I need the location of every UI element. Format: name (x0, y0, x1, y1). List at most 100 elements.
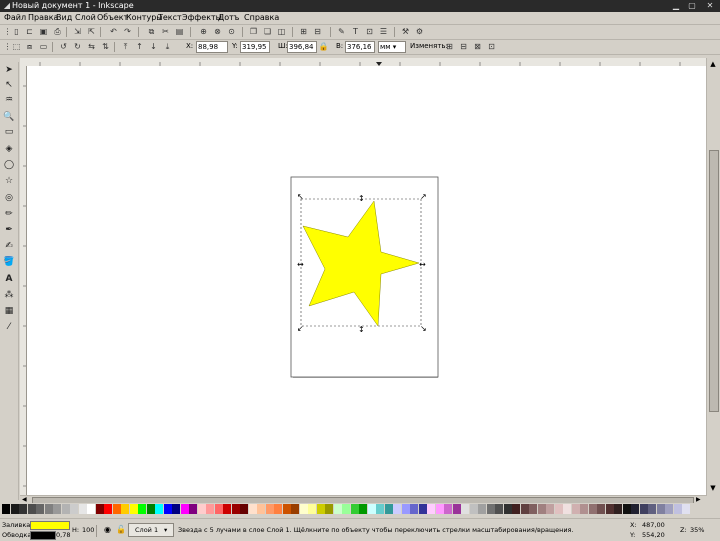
palette-swatch[interactable] (486, 504, 495, 514)
palette-swatch[interactable] (189, 504, 197, 514)
pencil-tool-icon[interactable]: ✏ (3, 208, 15, 220)
scroll-down-icon[interactable]: ▼ (709, 484, 717, 492)
scale-corners-icon[interactable]: ⊟ (458, 41, 469, 52)
group-icon[interactable]: ⊞ (298, 26, 309, 37)
vertical-scroll-thumb[interactable] (709, 150, 719, 412)
minimize-icon[interactable]: ▁ (670, 1, 682, 11)
redo-icon[interactable]: ↷ (122, 26, 133, 37)
palette-swatch[interactable] (257, 504, 265, 514)
palette-swatch[interactable] (537, 504, 546, 514)
3d-box-tool-icon[interactable]: ◈ (3, 143, 15, 155)
scroll-up-icon[interactable]: ▲ (709, 60, 717, 68)
handle-bottom-icon[interactable]: ↕ (358, 325, 365, 334)
vertical-scrollbar[interactable]: ▲ ▼ (706, 58, 719, 496)
menu-object[interactable]: Объект (97, 13, 128, 22)
import-icon[interactable]: ⇲ (72, 26, 83, 37)
paste-icon[interactable]: ▤ (174, 26, 185, 37)
palette-swatch[interactable] (580, 504, 588, 514)
palette-swatch[interactable] (27, 504, 36, 514)
menu-help[interactable]: Справка (244, 13, 279, 22)
palette-swatch[interactable] (78, 504, 87, 514)
close-icon[interactable]: ✕ (704, 1, 716, 11)
palette-swatch[interactable] (546, 504, 554, 514)
palette-swatch[interactable] (44, 504, 53, 514)
palette-swatch[interactable] (274, 504, 282, 514)
layer-lock-icon[interactable]: 🔓 (116, 525, 126, 534)
menu-layer[interactable]: Слой (75, 13, 96, 22)
zoom-selection-icon[interactable]: ⊕ (198, 26, 209, 37)
palette-swatch[interactable] (367, 504, 376, 514)
palette-swatch[interactable] (656, 504, 665, 514)
palette-swatch[interactable] (614, 504, 622, 514)
menu-view[interactable]: Вид (56, 13, 72, 22)
raise-icon[interactable]: ↑ (134, 41, 145, 52)
dropper-tool-icon[interactable]: ⁄ (3, 321, 15, 333)
gradient-tool-icon[interactable]: ▦ (3, 305, 15, 317)
palette-swatch[interactable] (95, 504, 104, 514)
x-input[interactable]: 88,98 (196, 41, 228, 53)
palette-swatch[interactable] (359, 504, 367, 514)
palette-swatch[interactable] (325, 504, 333, 514)
palette-swatch[interactable] (605, 504, 614, 514)
palette-swatch[interactable] (138, 504, 146, 514)
zoom-value[interactable]: 35% (690, 526, 704, 534)
flip-vertical-icon[interactable]: ⇅ (100, 41, 111, 52)
palette-swatch[interactable] (648, 504, 656, 514)
palette-swatch[interactable] (104, 504, 112, 514)
palette-swatch[interactable] (129, 504, 138, 514)
scale-stroke-icon[interactable]: ⊞ (444, 41, 455, 52)
palette-swatch[interactable] (401, 504, 410, 514)
palette-swatch[interactable] (163, 504, 172, 514)
palette-swatch[interactable] (299, 504, 308, 514)
align-distribute-icon[interactable]: ☰ (378, 26, 389, 37)
preferences-icon[interactable]: ⚒ (400, 26, 411, 37)
palette-swatch[interactable] (410, 504, 418, 514)
palette-swatch[interactable] (172, 504, 180, 514)
palette-swatch[interactable] (61, 504, 70, 514)
palette-swatch[interactable] (342, 504, 350, 514)
palette-swatch[interactable] (512, 504, 520, 514)
palette-swatch[interactable] (350, 504, 359, 514)
handle-top-right-icon[interactable]: ↗ (420, 192, 427, 201)
fill-stroke-icon[interactable]: ✎ (336, 26, 347, 37)
star-tool-icon[interactable]: ☆ (3, 175, 15, 187)
flip-horizontal-icon[interactable]: ⇆ (86, 41, 97, 52)
palette-swatch[interactable] (571, 504, 580, 514)
cut-icon[interactable]: ✂ (160, 26, 171, 37)
palette-swatch[interactable] (444, 504, 452, 514)
spiral-tool-icon[interactable]: ◎ (3, 192, 15, 204)
canvas[interactable]: ↖ ↕ ↗ ↔ ↔ ↙ ↕ ↘ (27, 66, 706, 496)
raise-to-top-icon[interactable]: ⤒ (120, 41, 131, 52)
deselect-icon[interactable]: ▭ (38, 41, 49, 52)
palette-swatch[interactable] (231, 504, 240, 514)
palette-swatch[interactable] (316, 504, 325, 514)
save-icon[interactable]: ▣ (38, 26, 49, 37)
zoom-tool-icon[interactable]: 🔍 (3, 111, 15, 123)
undo-icon[interactable]: ↶ (108, 26, 119, 37)
palette-swatch[interactable] (469, 504, 478, 514)
text-tool-icon[interactable]: A (3, 273, 15, 285)
lock-ratio-icon[interactable]: 🔒 (318, 41, 329, 52)
palette-swatch[interactable] (70, 504, 78, 514)
drawing-area[interactable]: ↖ ↕ ↗ ↔ ↔ ↙ ↕ ↘ (27, 66, 706, 496)
palette-swatch[interactable] (248, 504, 257, 514)
zoom-page-icon[interactable]: ⊙ (226, 26, 237, 37)
palette-swatch[interactable] (53, 504, 61, 514)
palette-swatch[interactable] (2, 504, 10, 514)
select-all-icon[interactable]: ⬚ (11, 41, 22, 52)
palette-swatch[interactable] (682, 504, 690, 514)
menu-misc[interactable]: Дотъ (218, 13, 239, 22)
palette-swatch[interactable] (308, 504, 316, 514)
ellipse-tool-icon[interactable]: ◯ (3, 159, 15, 171)
units-select[interactable]: мм ▾ (378, 41, 406, 53)
palette-swatch[interactable] (282, 504, 291, 514)
zoom-drawing-icon[interactable]: ⊗ (212, 26, 223, 37)
palette-swatch[interactable] (333, 504, 342, 514)
width-input[interactable]: 396,84 (287, 41, 317, 53)
palette-swatch[interactable] (639, 504, 648, 514)
palette-swatch[interactable] (665, 504, 673, 514)
handle-right-icon[interactable]: ↔ (419, 260, 426, 269)
layer-visibility-icon[interactable]: ◉ (104, 525, 111, 534)
palette-swatch[interactable] (418, 504, 427, 514)
node-tool-icon[interactable]: ↖ (3, 79, 15, 91)
